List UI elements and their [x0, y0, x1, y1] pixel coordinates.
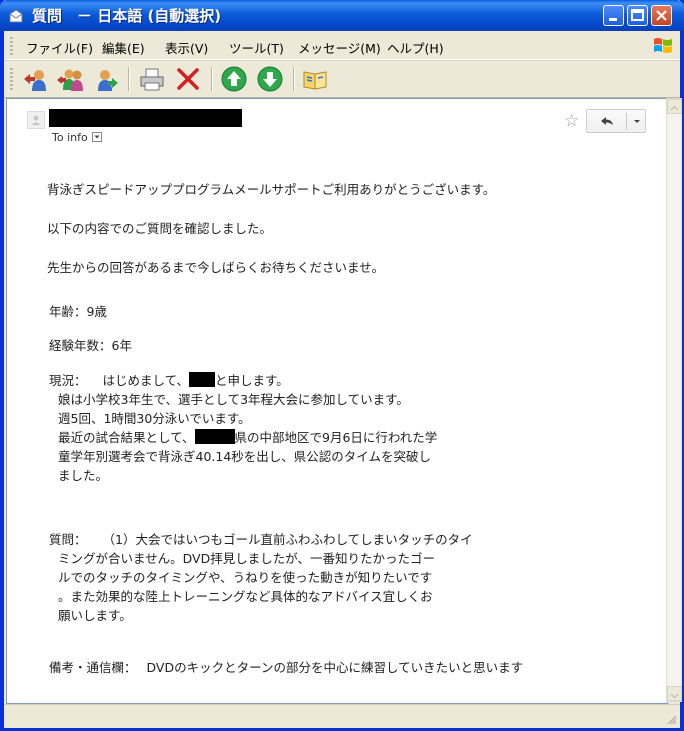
question-label: 質問：: [49, 532, 87, 547]
minimize-button[interactable]: [603, 5, 624, 26]
vertical-scrollbar[interactable]: [666, 98, 682, 702]
question-line-4: 。また効果的な陸上トレーニングなど具体的なアドバイス宜しくお: [58, 589, 433, 604]
field-age: 年齢：9歳: [49, 304, 107, 319]
next-icon: [257, 66, 283, 92]
field-experience: 経験年数：6年: [49, 338, 132, 353]
reply-arrow-icon: [601, 117, 613, 125]
toolbar-grip[interactable]: [10, 68, 13, 90]
question-line-5: 願いします。: [58, 608, 132, 623]
address-book-button[interactable]: [301, 65, 329, 93]
scroll-down-button[interactable]: [667, 686, 682, 701]
menu-bar: ファイル(F) 編集(E) 表示(V) ツール(T) メッセージ(M) ヘルプ(…: [4, 33, 680, 60]
address-book-icon: [303, 71, 327, 90]
status-line-2: 娘は小学校3年生で、選手として3年程大会に参加しています。: [58, 392, 409, 407]
remarks-line: 備考・通信欄： DVDのキックとターンの部分を中心に練習していきたいと思います: [49, 657, 523, 676]
toolbar-separator: [293, 67, 295, 91]
message-greeting: 背泳ぎスピードアッププログラムメールサポートご利用ありがとうございます。: [47, 182, 496, 197]
menu-tools[interactable]: ツール(T): [229, 38, 284, 57]
chevron-up-icon: [670, 105, 679, 111]
reply-all-button[interactable]: [56, 65, 84, 93]
message-window: 質問 － 日本語 (自動選択) ファイル(F) 編集(E) 表示(V) ツール(…: [0, 0, 684, 731]
menu-file[interactable]: ファイル(F): [26, 38, 93, 57]
recipient-line: To info: [52, 131, 102, 144]
status-text-1a: はじめまして、: [102, 373, 190, 388]
message-wait-note: 先生からの回答があるまで今しばらくお待ちくださいませ。: [47, 260, 385, 275]
menu-message[interactable]: メッセージ(M): [298, 38, 381, 57]
remarks-label: 備考・通信欄：: [49, 660, 137, 675]
windows-logo-icon: [654, 38, 672, 53]
status-line-4: 最近の試合結果として、 県の中部地区で9月6日に行われた学: [58, 427, 437, 446]
person-icon: [32, 115, 40, 125]
envelope-icon: [9, 9, 23, 23]
title-bar[interactable]: 質問 － 日本語 (自動選択): [0, 0, 684, 31]
recipient-dropdown[interactable]: [91, 132, 102, 142]
status-line-5: 童学年別選考会で背泳ぎ40.14秒を出し、県公認のタイムを突破し: [58, 449, 432, 464]
status-text-4b: 県の中部地区で9月6日に行われた学: [234, 430, 438, 445]
delete-icon: [177, 68, 199, 90]
status-text-1b: と申します。: [215, 373, 289, 388]
chevron-down-icon: [670, 693, 679, 699]
forward-button[interactable]: [90, 65, 118, 93]
recipient-label: To info: [52, 131, 88, 144]
status-line-6: ました。: [58, 468, 109, 483]
menu-grip[interactable]: [10, 37, 13, 55]
window-title: 質問 － 日本語 (自動選択): [32, 7, 222, 25]
toolbar-separator: [128, 67, 130, 91]
delete-button[interactable]: [174, 65, 202, 93]
menu-view[interactable]: 表示(V): [165, 38, 208, 57]
status-line-1: 現況： はじめまして、 と申します。: [49, 370, 289, 389]
star-icon: ☆: [564, 111, 580, 131]
status-text-4a: 最近の試合結果として、: [58, 430, 195, 445]
status-bar: [4, 704, 680, 728]
question-text-1: （1）大会ではいつもゴール直前ふわふわしてしまいタッチのタイ: [102, 532, 473, 547]
star-button[interactable]: ☆: [564, 111, 579, 131]
reply-dropdown-button[interactable]: [586, 109, 646, 133]
forward-icon: [98, 70, 118, 91]
maximize-button[interactable]: [627, 5, 648, 26]
print-button[interactable]: [138, 65, 166, 93]
maximize-icon: [631, 9, 644, 21]
previous-icon: [221, 66, 247, 92]
chevron-down-icon[interactable]: [627, 110, 647, 132]
status-label: 現況：: [49, 373, 87, 388]
reply-all-icon: [57, 69, 83, 91]
name-redacted: [189, 372, 216, 387]
status-line-3: 週5回、1時間30分泳いでいます。: [58, 411, 251, 426]
menu-edit[interactable]: 編集(E): [102, 38, 145, 57]
reply-icon: [24, 70, 46, 91]
close-icon: [656, 10, 667, 21]
toolbar: [4, 60, 680, 98]
minimize-icon: [609, 18, 617, 21]
previous-button[interactable]: [220, 65, 248, 93]
message-pane[interactable]: To info ☆ 背泳ぎスピードアッププログラムメールサポートご利用ありがとう…: [6, 98, 668, 704]
remarks-text: DVDのキックとターンの部分を中心に練習していきたいと思います: [146, 660, 524, 675]
question-line-3: ルでのタッチのタイミングや、うねりを使った動きが知りたいです: [58, 570, 433, 585]
toolbar-separator: [211, 67, 213, 91]
prefecture-redacted: [194, 429, 235, 444]
next-button[interactable]: [256, 65, 284, 93]
print-icon: [140, 68, 164, 91]
reply-button[interactable]: [22, 65, 50, 93]
close-button[interactable]: [651, 5, 672, 26]
scroll-up-button[interactable]: [667, 99, 682, 114]
chevron-down-icon: [94, 135, 100, 139]
menu-help[interactable]: ヘルプ(H): [387, 38, 444, 57]
question-line-2: ミングが合いません。DVD拝見しましたが、一番知りたかったゴー: [58, 551, 435, 566]
question-line-1: 質問： （1）大会ではいつもゴール直前ふわふわしてしまいタッチのタイ: [49, 529, 473, 548]
sender-redacted: [49, 109, 242, 127]
resize-grip-icon[interactable]: [665, 713, 677, 725]
message-confirmation: 以下の内容でのご質問を確認しました。: [47, 221, 273, 236]
avatar: [27, 111, 45, 129]
